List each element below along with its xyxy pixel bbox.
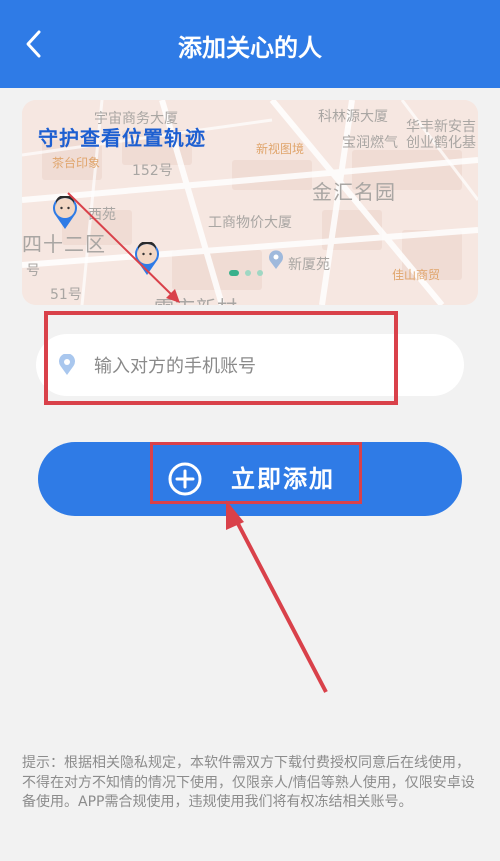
map-label: 创业鹤化基 [406, 135, 476, 151]
avatar-pin-icon [135, 242, 159, 275]
top-navigation-bar: 添加关心的人 [0, 0, 500, 88]
map-label: 宝润燃气 [342, 135, 398, 151]
map-banner[interactable]: 宇宙商务大厦 科林源大厦 华丰新安吉 宝润燃气 创业鹤化基 茶台印象 新视图境 … [22, 100, 478, 305]
avatar-pin-icon [53, 196, 77, 229]
map-label: 雪市新村 [154, 292, 238, 305]
carousel-dot[interactable] [257, 270, 263, 276]
annotation-arrow [226, 500, 328, 693]
privacy-tip: 提示：根据相关隐私规定，本软件需双方下载付费授权同意后在线使用，不得在对方不知情… [22, 755, 475, 810]
map-label: 新厦苑 [288, 257, 330, 273]
banner-title: 守护查看位置轨迹 [38, 126, 206, 150]
annotation-highlight-box [44, 311, 398, 405]
location-marker-icon [269, 250, 283, 269]
map-label: 佳山商贸 [392, 268, 441, 282]
map-label: 工商物价大厦 [208, 215, 292, 231]
map-label: 金汇名园 [312, 180, 396, 204]
page-title: 添加关心的人 [178, 34, 322, 62]
annotation-highlight-box [150, 442, 362, 504]
carousel-dot[interactable] [229, 270, 239, 276]
map-label: 四十二区 [22, 232, 106, 256]
map-label: 51号 [50, 287, 82, 303]
back-button[interactable] [14, 24, 54, 64]
map-label: 新视图境 [256, 142, 305, 156]
map-label: 西苑 [88, 207, 116, 223]
map-label: 科林源大厦 [318, 109, 388, 125]
carousel-dot[interactable] [245, 270, 251, 276]
map-label: 茶台印象 [52, 156, 101, 170]
chevron-left-icon [26, 30, 41, 58]
carousel-indicator[interactable] [229, 270, 263, 276]
map-label: 152号 [132, 163, 173, 179]
map-label: 号 [26, 263, 40, 279]
